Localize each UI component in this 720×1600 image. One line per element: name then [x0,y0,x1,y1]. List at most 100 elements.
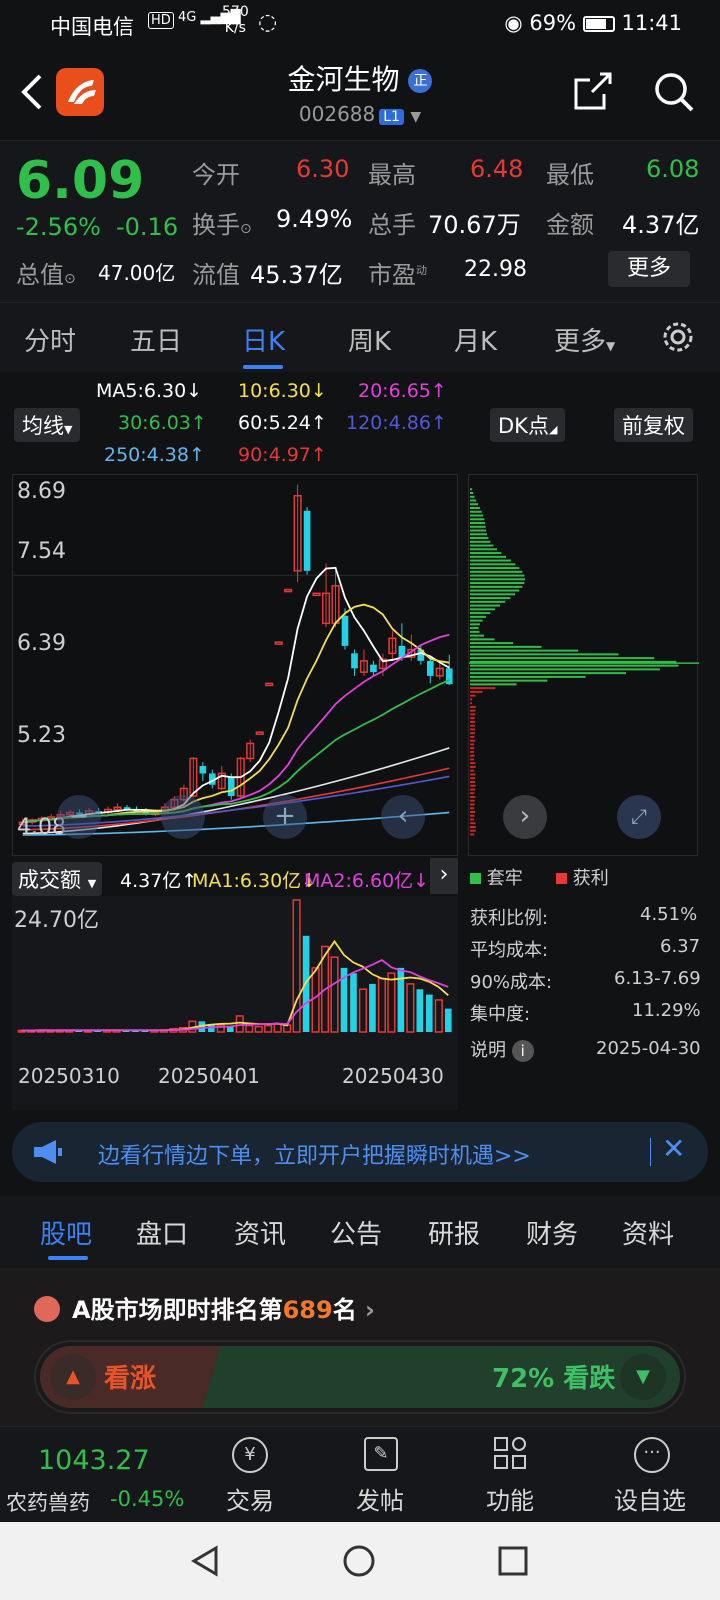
bear-label[interactable]: 72% 看跌 [492,1358,615,1395]
chip-bar [470,653,619,655]
zoom-in-button[interactable]: + [263,795,307,839]
chip-bar [470,496,475,498]
chip-bar [470,657,654,659]
ma250-legend: 250:4.38↑ [104,444,205,466]
tab-news[interactable]: 资讯 [234,1214,286,1251]
index-name[interactable]: 农药兽药 [6,1487,90,1517]
profit-ratio-value: 4.51% [640,904,697,925]
share-icon[interactable] [572,70,614,112]
chip-bar [470,695,475,697]
chip-distribution-chart[interactable]: › ⤢ [468,474,698,856]
scroll-back-button[interactable]: ‹ [381,795,425,839]
chip-bar [470,500,476,502]
tab-profile[interactable]: 资料 [622,1214,674,1251]
nav-recents-icon[interactable] [496,1544,530,1578]
bear-arrow-icon[interactable]: ▼ [620,1354,666,1400]
bull-label[interactable]: 看涨 [104,1358,156,1395]
change-value: -0.16 [116,213,178,241]
chip-bar [470,721,475,723]
chip-next-button[interactable]: › [503,795,547,839]
nav-back-icon[interactable] [188,1544,222,1578]
tab-research[interactable]: 研报 [428,1214,480,1251]
expand-icon[interactable]: ⤢ [617,795,661,839]
bottom-nav: 1043.27 农药兽药 -0.45% 交易 ¥ 发帖 ✎ 功能 设自选 ··· [0,1426,720,1522]
nav-post[interactable]: 发帖 [330,1481,430,1516]
chip-bar [470,511,482,513]
amount-label: 金额 [546,205,594,240]
dk-point-button[interactable]: DK点◢ [490,408,565,442]
market-rank[interactable]: A股市场即时排名第689名 › [72,1290,375,1325]
chip-bar [470,616,486,618]
indicator-next-button[interactable]: › [430,858,458,894]
status-right: ◉ 69% 11:41 [504,11,682,35]
tab-announcements[interactable]: 公告 [330,1214,382,1251]
volume-chart[interactable]: 24.70亿 20250310 20250401 20250430 [12,896,458,1110]
index-value[interactable]: 1043.27 [38,1445,150,1476]
price-adjust-button[interactable]: 前复权 [614,408,693,442]
tab-weekly-k[interactable]: 周K [348,321,391,358]
chip-bar [470,507,480,509]
note-link[interactable]: 说明 i [470,1036,534,1062]
chip-bar [470,728,475,730]
chip-bar [470,631,479,633]
bull-arrow-icon[interactable]: ▲ [50,1354,96,1400]
nav-functions[interactable]: 功能 [460,1481,560,1516]
chip-bar [470,593,515,595]
high-value: 6.48 [470,155,523,183]
chip-bar [470,687,495,689]
chip-bar [470,515,483,517]
chip-bar [470,623,480,625]
tab-orderbook[interactable]: 盘口 [136,1214,188,1251]
tab-daily-k[interactable]: 日K [242,321,285,358]
amount-value: 4.37亿 [622,205,699,240]
tab-5day[interactable]: 五日 [130,321,182,358]
nav-home-icon[interactable] [342,1544,376,1578]
banner-text: 边看行情边下单，立即开户把握瞬时机遇>> [98,1138,531,1170]
open-label: 今开 [192,155,240,190]
chip-bar [470,698,472,700]
chip-bar [470,800,475,802]
mktcap-value: 47.00亿 [98,257,175,286]
ma-select-button[interactable]: 均线▼ [14,408,80,442]
rank-chart-icon [34,1296,60,1322]
tab-more[interactable]: 更多▼ [554,321,615,358]
close-icon[interactable]: ✕ [662,1132,685,1165]
chip-bar [470,732,475,734]
chip-bar [470,833,474,835]
volume-bar [265,1026,272,1032]
chip-bar [470,578,525,580]
settings-gear-icon[interactable] [660,319,696,355]
volume-indicator-select[interactable]: 成交额 ▼ [12,862,102,896]
promo-banner[interactable]: 边看行情边下单，立即开户把握瞬时机遇>> ✕ [12,1122,708,1182]
chip-bar [470,590,519,592]
chip-bar [470,725,475,727]
tab-financials[interactable]: 财务 [526,1214,578,1251]
tab-intraday[interactable]: 分时 [24,321,76,358]
chip-bar [470,706,476,708]
more-button[interactable]: 更多 [608,251,690,287]
kline-chart[interactable]: 8.69 7.54 6.39 5.23 4.08 − + ‹ [12,474,458,856]
volume-ma2-line [22,960,449,1030]
volume-bar [388,973,395,1032]
nav-trade[interactable]: 交易 [200,1481,300,1516]
chip-bar [470,605,500,607]
turnover-value: 9.49% [276,205,352,233]
chip-bar [470,822,476,824]
nav-add-watchlist[interactable]: 设自选 [600,1481,700,1516]
level-badge: L1 [379,109,404,125]
sync-icon: ◌ [258,10,277,35]
chip-bar [470,620,483,622]
search-icon[interactable] [652,70,696,114]
chip-bar [470,635,484,637]
tab-forum[interactable]: 股吧 [40,1214,92,1251]
scroll-left-button[interactable] [161,795,205,839]
tab-monthly-k[interactable]: 月K [454,321,497,358]
avg-cost-label: 平均成本: [470,936,548,962]
candle-body [342,616,349,646]
chip-bar [470,792,474,794]
zoom-out-button[interactable]: − [57,795,101,839]
ma120-legend: 120:4.86↑ [346,412,447,434]
volume-bar [417,989,424,1032]
candle-body [266,683,273,685]
chip-bar [470,830,476,832]
